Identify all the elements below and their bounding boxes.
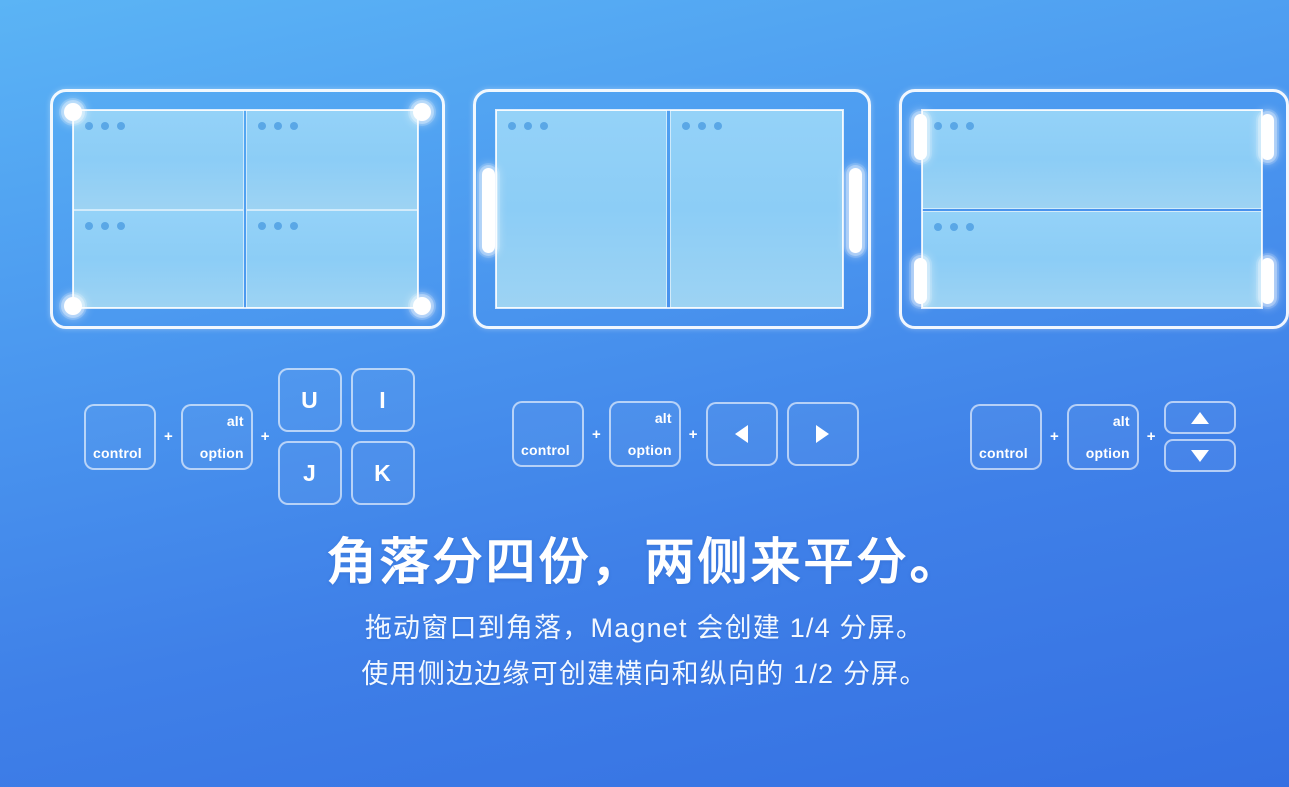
key-alt-label: alt — [654, 410, 672, 426]
shortcut-corner-quarters: control + alt option + U I J K — [84, 368, 415, 505]
key-arrow-left[interactable] — [705, 402, 778, 466]
subline-1: 拖动窗口到角落，Magnet 会创建 1/4 分屏。 — [364, 613, 925, 643]
drag-handle-top-right-edge-icon[interactable] — [1261, 114, 1274, 160]
preview-quarter-corners — [50, 89, 445, 329]
plus-separator: + — [164, 428, 173, 445]
preview-vertical-halves — [473, 89, 871, 329]
key-control[interactable]: control — [84, 403, 156, 470]
window-tile-top-right — [246, 110, 418, 210]
key-i[interactable]: I — [350, 368, 415, 432]
plus-separator: + — [592, 425, 601, 443]
key-alt-label: alt — [226, 412, 244, 429]
window-tile-bottom-right — [246, 210, 418, 308]
shortcut-left-right-halves: control + alt option + — [512, 401, 859, 467]
window-tile-right-half — [670, 110, 843, 308]
traffic-lights-icon — [258, 222, 298, 230]
drag-handle-top-left-icon[interactable] — [64, 103, 82, 121]
key-arrow-up[interactable] — [1163, 401, 1236, 434]
key-j[interactable]: J — [277, 441, 342, 505]
letter-key-grid: U I J K — [277, 368, 415, 505]
key-option-label: option — [627, 442, 672, 458]
traffic-lights-icon — [508, 122, 548, 130]
key-arrow-down[interactable] — [1163, 439, 1236, 472]
plus-separator: + — [260, 428, 270, 445]
drag-handle-bottom-left-icon[interactable] — [64, 297, 82, 315]
window-tile-bottom-left — [73, 210, 244, 308]
plus-separator: + — [1050, 428, 1059, 445]
key-control-label: control — [93, 444, 142, 461]
key-alt-label: alt — [1112, 412, 1130, 429]
window-tile-top-left — [73, 110, 244, 210]
layout-previews — [50, 89, 1289, 329]
window-tile-bottom-half — [922, 211, 1262, 308]
arrow-key-stack — [1163, 401, 1236, 472]
caption-block: 角落分四份，两侧来平分。 拖动窗口到角落，Magnet 会创建 1/4 分屏。 … — [0, 532, 1289, 698]
traffic-lights-icon — [85, 222, 125, 230]
key-option-label: option — [1085, 444, 1130, 461]
key-control[interactable]: control — [512, 401, 584, 467]
window-tile-left-half — [496, 110, 667, 308]
window-tile-top-half — [922, 110, 1262, 209]
drag-handle-bottom-right-icon[interactable] — [413, 297, 431, 315]
preview-screen — [476, 92, 868, 326]
plus-separator: + — [688, 425, 698, 443]
key-control-label: control — [521, 442, 570, 458]
plus-separator: + — [1146, 428, 1156, 445]
traffic-lights-icon — [258, 122, 298, 130]
arrow-left-icon — [735, 425, 749, 443]
drag-handle-left-edge-icon[interactable] — [482, 168, 495, 253]
key-alt-option[interactable]: alt option — [180, 403, 253, 470]
shortcut-top-bottom-halves: control + alt option + — [970, 401, 1236, 472]
key-arrow-right[interactable] — [786, 402, 859, 466]
drag-handle-bottom-right-edge-icon[interactable] — [1261, 258, 1274, 304]
promo-slide: control + alt option + U I J K control +… — [0, 0, 1289, 787]
drag-handle-bottom-left-edge-icon[interactable] — [914, 258, 927, 304]
arrow-up-icon — [1190, 411, 1209, 424]
preview-screen — [902, 92, 1286, 326]
key-control[interactable]: control — [970, 403, 1042, 470]
traffic-lights-icon — [934, 223, 974, 231]
key-k[interactable]: K — [350, 441, 415, 505]
shortcut-diagrams: control + alt option + U I J K control +… — [0, 360, 1289, 510]
drag-handle-top-right-icon[interactable] — [413, 103, 431, 121]
arrow-right-icon — [816, 425, 830, 443]
traffic-lights-icon — [934, 122, 974, 130]
preview-horizontal-halves — [899, 89, 1289, 329]
key-option-label: option — [199, 444, 244, 461]
arrow-down-icon — [1190, 449, 1209, 462]
subline-2: 使用侧边边缘可创建横向和纵向的 1/2 分屏。 — [361, 659, 928, 690]
drag-handle-right-edge-icon[interactable] — [849, 168, 862, 253]
key-control-label: control — [979, 444, 1028, 461]
traffic-lights-icon — [85, 122, 125, 130]
key-alt-option[interactable]: alt option — [608, 401, 681, 467]
drag-handle-top-left-edge-icon[interactable] — [914, 114, 927, 160]
key-u[interactable]: U — [277, 368, 342, 432]
key-alt-option[interactable]: alt option — [1066, 403, 1139, 470]
headline: 角落分四份，两侧来平分。 — [326, 534, 963, 590]
traffic-lights-icon — [682, 122, 722, 130]
preview-screen — [53, 92, 442, 326]
